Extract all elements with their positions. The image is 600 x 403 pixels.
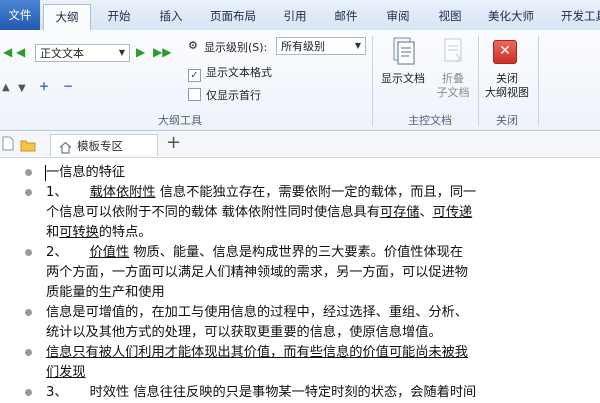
group-close: 关闭	[496, 114, 518, 127]
text-segment: 信息不能独立存在，需要依附一定的载体，而且，同一	[155, 185, 477, 200]
tab-developer[interactable]: 开发工具	[554, 4, 600, 28]
text-segment: 统计以及其他方式的处理，可以获取更重要的信息，使原信息增值。	[46, 325, 442, 340]
outline-line[interactable]: 统计以及其他方式的处理，可以获取更重要的信息，使原信息增值。	[46, 323, 442, 343]
text-segment: 个信息可以依附于不同的载体 载体依附性同时使信息具有	[46, 205, 380, 220]
text-segment: 两个方面，一方面可以满足人们精神领域的需求，另一方面，可以促进物	[46, 265, 468, 280]
document-body[interactable]: 一信息的特征 1、 载体依附性 信息不能独立存在，需要依附一定的载体，而且，同一 …	[0, 158, 600, 400]
outline-level-combo[interactable]: 正文文本 ▼	[35, 44, 130, 62]
outline-bullet-icon[interactable]	[25, 249, 32, 256]
underlined-text: 们发现	[46, 365, 86, 380]
text-cursor	[45, 165, 46, 181]
group-master-document: 主控文档	[408, 114, 452, 127]
outline-line[interactable]: 信息是可增值的，在加工与使用信息的过程中，经过选择、重组、分析、	[46, 303, 468, 323]
outline-ribbon: ◀ ◀ 正文文本 ▼ ▶ ▶▶ ▲ ▼ + − ⚙ 显示级别(S): 所有级别 …	[0, 30, 600, 131]
underlined-text: 信息只有被人们利用才能体现出其价值，而有些信息的价值可能尚未被我	[46, 345, 468, 360]
move-up-icon[interactable]: ▲	[2, 82, 10, 93]
group-outline-tools: 大纲工具	[158, 114, 202, 127]
chevron-down-icon: ▼	[118, 48, 126, 57]
show-document-icon[interactable]	[390, 36, 416, 66]
close-label-2: 大纲视图	[485, 86, 529, 99]
text-segment: 、	[419, 205, 433, 220]
outline-line[interactable]: 1、 载体依附性 信息不能独立存在，需要依附一定的载体，而且，同一	[46, 183, 476, 203]
tab-review[interactable]: 审阅	[375, 4, 421, 28]
tab-outline[interactable]: 大纲	[43, 4, 91, 31]
collapse-icon[interactable]: −	[63, 79, 73, 93]
close-outline-view-button[interactable]: 关闭 大纲视图	[478, 72, 536, 100]
tab-template-zone[interactable]: 模板专区	[50, 134, 158, 156]
outline-bullet-icon[interactable]	[25, 309, 32, 316]
tab-references[interactable]: 引用	[272, 4, 318, 28]
outline-bullet-icon[interactable]	[25, 189, 32, 196]
template-tab-label: 模板专区	[77, 139, 123, 153]
outline-line[interactable]: 个信息可以依附于不同的载体 载体依附性同时使信息具有可存储、可传递	[46, 203, 472, 223]
collapse-label-1: 折叠	[442, 72, 464, 85]
collapse-label-2: 子文档	[436, 86, 470, 99]
tab-file[interactable]: 文件	[0, 0, 40, 30]
show-level-value: 所有级别	[281, 40, 325, 53]
text-segment: 1、	[46, 185, 68, 200]
text-segment: 的特点。	[98, 225, 152, 240]
expand-icon[interactable]: +	[39, 79, 49, 93]
demote-to-body-icon[interactable]: ▶▶	[153, 45, 171, 59]
underlined-text: 载体依附性	[89, 185, 156, 200]
text-segment: 信息往往反映的只是事物某一特定时刻的状态，会随着时间	[129, 385, 477, 400]
show-level-combo[interactable]: 所有级别 ▼	[276, 37, 366, 55]
collapse-subdocuments-icon[interactable]	[440, 36, 466, 66]
tab-mailings[interactable]: 邮件	[323, 4, 369, 28]
show-text-format-checkbox[interactable]: ✓	[188, 69, 201, 82]
underlined-text: 可存储	[379, 205, 420, 220]
show-first-line-checkbox[interactable]	[188, 88, 201, 101]
outline-line[interactable]: 两个方面，一方面可以满足人们精神领域的需求，另一方面，可以促进物	[46, 263, 468, 283]
show-document-label[interactable]: 显示文档	[375, 72, 431, 86]
outline-bullet-icon[interactable]	[25, 389, 32, 396]
show-level-icon: ⚙	[188, 39, 198, 52]
outline-bullet-icon[interactable]	[25, 169, 32, 176]
move-down-icon[interactable]: ▼	[18, 83, 26, 94]
promote-to-heading-icon[interactable]: ◀	[16, 45, 25, 59]
outline-line[interactable]: 3、 时效性 信息往往反映的只是事物某一特定时刻的状态，会随着时间	[46, 383, 476, 403]
outline-bullet-icon[interactable]	[25, 349, 32, 356]
close-label-1: 关闭	[496, 72, 518, 85]
text-segment: 信息是可增值的，在加工与使用信息的过程中，经过选择、重组、分析、	[46, 305, 468, 320]
document-tab-row: 模板专区 +	[0, 131, 600, 158]
new-tab-button[interactable]: +	[166, 132, 181, 153]
ribbon-tab-bar: 文件 大纲 开始 插入 页面布局 引用 邮件 审阅 视图 美化大师 开发工具	[0, 0, 600, 31]
tab-insert[interactable]: 插入	[148, 4, 194, 28]
underlined-text: 价值性	[89, 245, 130, 260]
promote-icon[interactable]: ◀	[3, 45, 12, 59]
folder-icon[interactable]	[20, 137, 36, 156]
outline-line[interactable]: 信息只有被人们利用才能体现出其价值，而有些信息的价值可能尚未被我	[46, 343, 468, 363]
outline-line[interactable]: 2、 价值性 物质、能量、信息是构成世界的三大要素。价值性体现在	[46, 243, 463, 263]
show-first-line-option[interactable]: 仅显示首行	[188, 87, 261, 103]
text-segment: 2、	[46, 245, 68, 260]
show-text-format-label: 显示文本格式	[206, 66, 272, 79]
text-segment: 时效性	[89, 385, 130, 400]
underlined-text: 可传递	[432, 205, 473, 220]
text-segment: 物质、能量、信息是构成世界的三大要素。价值性体现在	[129, 245, 464, 260]
tab-home[interactable]: 开始	[96, 4, 142, 28]
close-icon[interactable]: ✕	[493, 40, 517, 64]
text-segment: 3、	[46, 385, 68, 400]
show-level-label: 显示级别(S):	[204, 41, 268, 54]
text-segment: 一信息的特征	[46, 165, 126, 180]
text-segment: 和	[46, 225, 60, 240]
tab-page-layout[interactable]: 页面布局	[202, 4, 264, 28]
tab-beautify[interactable]: 美化大师	[480, 4, 542, 28]
divider	[372, 36, 373, 126]
demote-icon[interactable]: ▶	[136, 45, 145, 59]
show-text-format-option[interactable]: ✓ 显示文本格式	[188, 64, 272, 82]
outline-line[interactable]: 一信息的特征	[46, 163, 125, 183]
outline-line[interactable]: 质能量的生产和使用	[46, 283, 165, 303]
text-segment: 质能量的生产和使用	[46, 285, 165, 300]
document-icon[interactable]	[2, 136, 14, 155]
outline-line[interactable]: 们发现	[46, 363, 86, 383]
collapse-subdocuments-button[interactable]: 折叠 子文档	[428, 72, 478, 100]
tab-view[interactable]: 视图	[427, 4, 473, 28]
underlined-text: 可转换	[59, 225, 99, 240]
outline-level-value: 正文文本	[40, 47, 84, 60]
show-first-line-label: 仅显示首行	[206, 89, 261, 102]
divider	[538, 36, 539, 126]
chevron-down-icon: ▼	[354, 41, 362, 50]
outline-line[interactable]: 和可转换的特点。	[46, 223, 152, 243]
